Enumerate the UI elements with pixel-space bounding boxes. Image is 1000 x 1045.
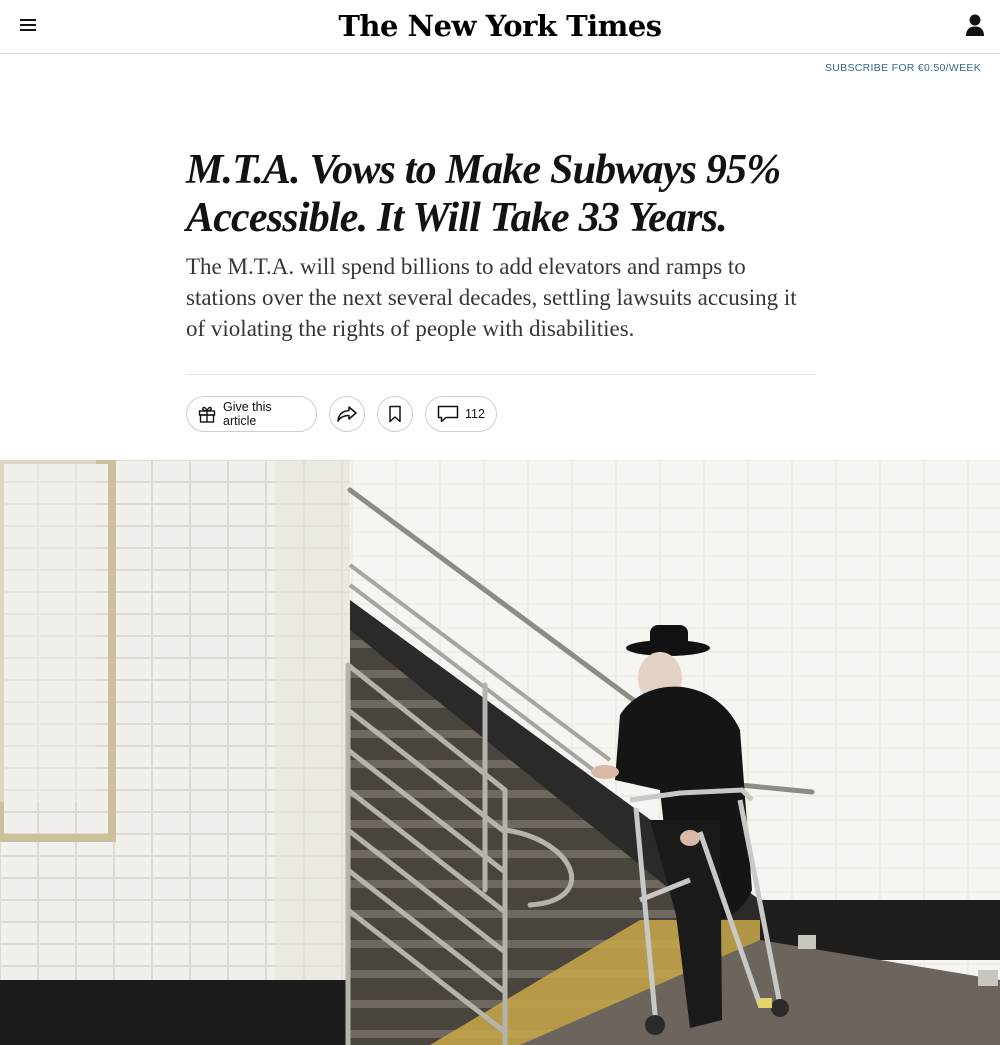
gift-article-label: Give this article [223,400,272,428]
subscribe-link[interactable]: SUBSCRIBE FOR €0.50/WEEK [825,62,981,74]
save-button[interactable] [377,396,413,432]
gift-icon [197,404,217,424]
share-toolbar: Give this article 112 [186,396,509,432]
share-button[interactable] [329,396,365,432]
nyt-logo[interactable]: The New York Times [0,9,1000,43]
comments-button[interactable]: 112 [425,396,497,432]
article-headline: M.T.A. Vows to Make Subways 95% Accessib… [186,147,781,241]
masthead: The New York Times [0,0,1000,54]
gift-article-button[interactable]: Give this article [186,396,317,432]
comments-count: 112 [465,407,485,421]
share-icon [336,405,358,423]
article-summary: The M.T.A. will spend billions to add el… [186,254,797,341]
lead-photo [0,460,1000,1045]
bookmark-icon [388,405,402,423]
comment-icon [437,405,459,423]
user-account-icon[interactable] [966,14,984,38]
subway-stairs-photo [0,460,1000,1045]
divider [186,374,816,375]
